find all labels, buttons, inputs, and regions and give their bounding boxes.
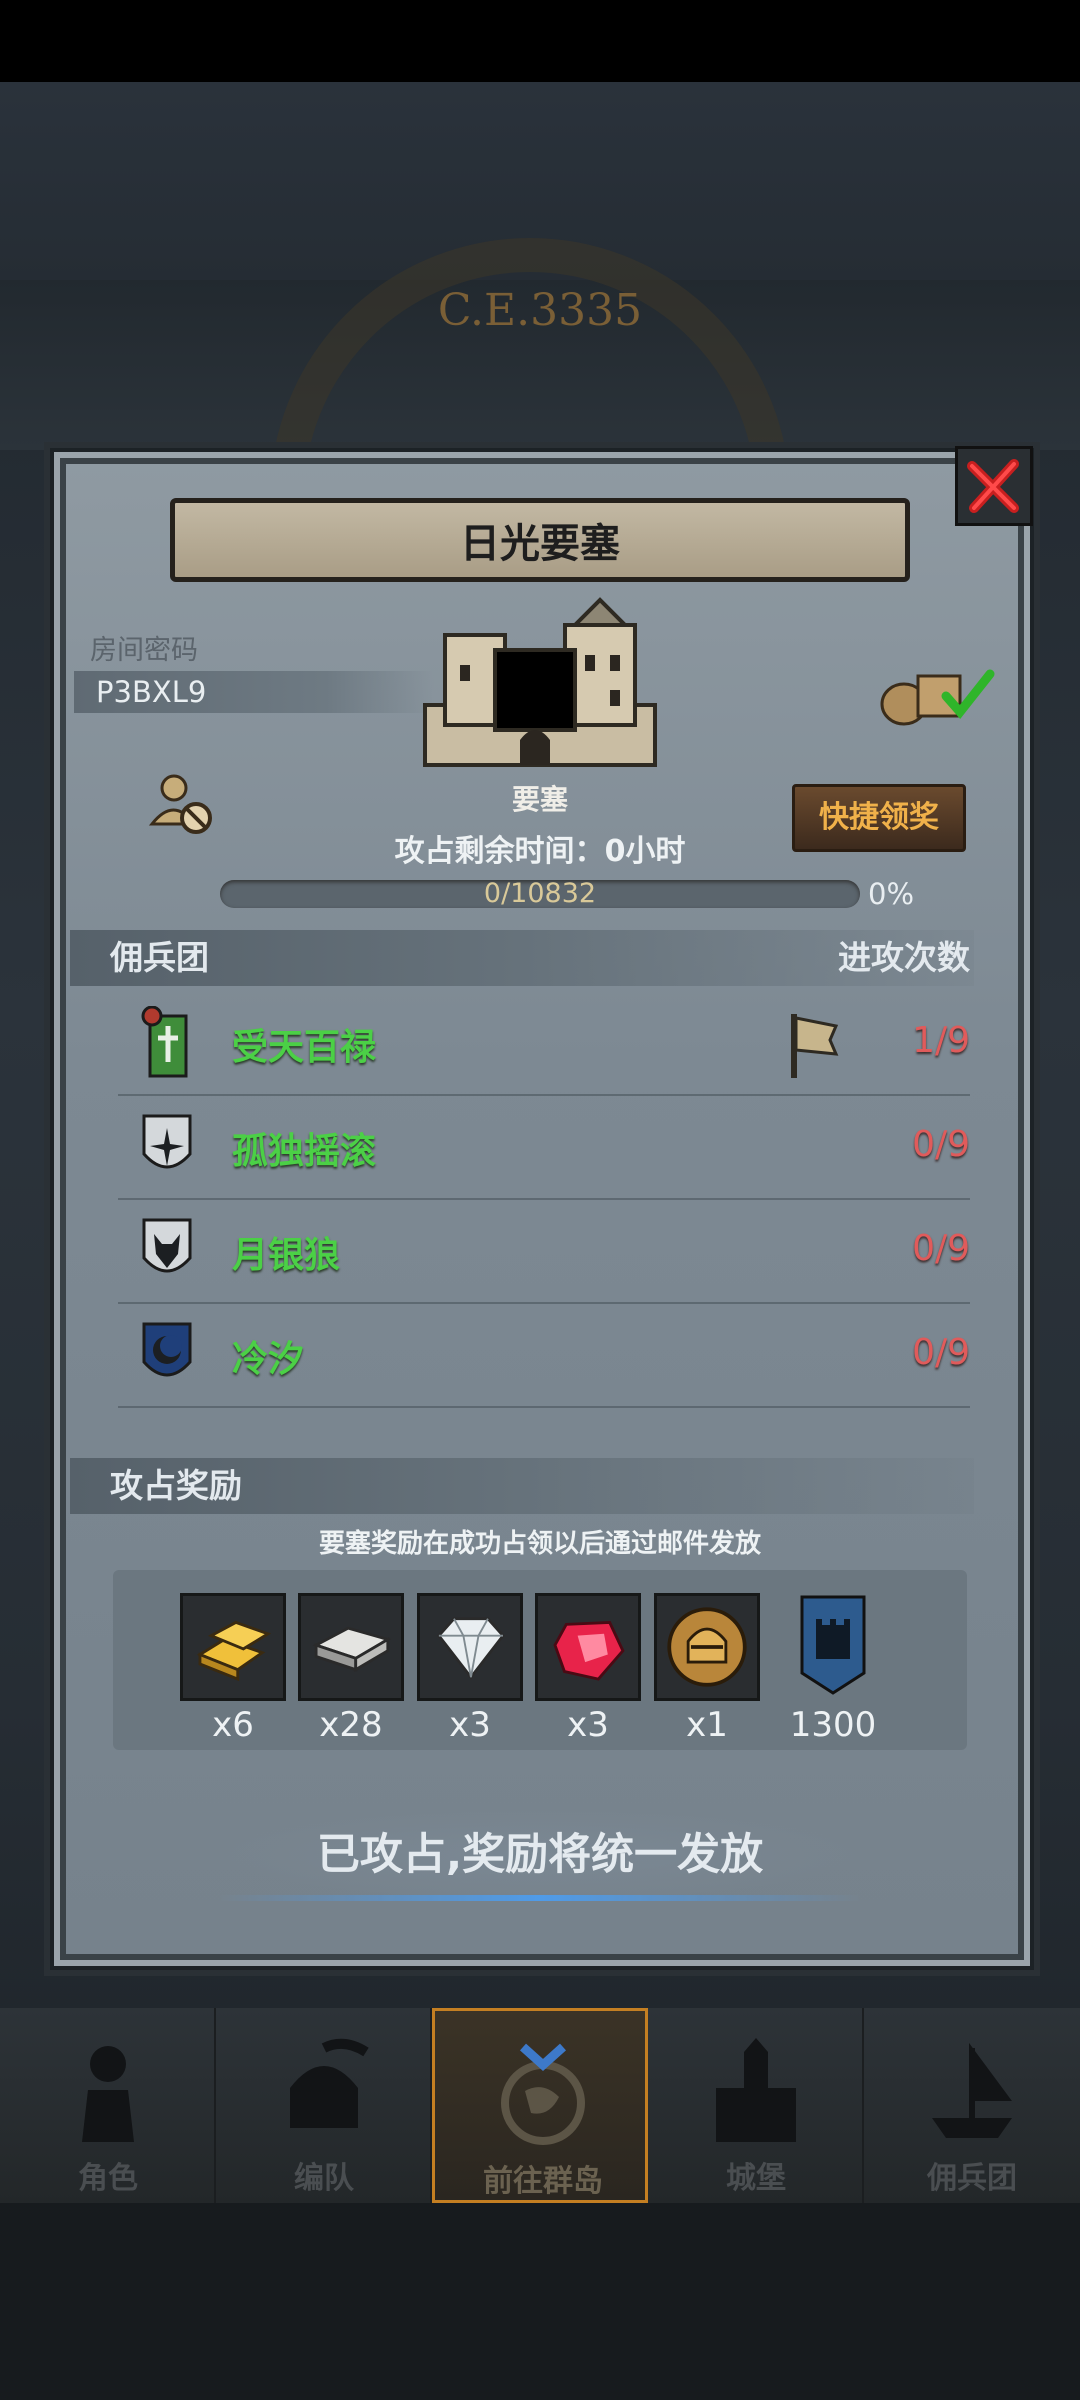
reward-note: 要塞奖励在成功占领以后通过邮件发放 xyxy=(318,1529,761,1559)
status-glow-line xyxy=(220,1895,860,1901)
tab-label: 编队 xyxy=(294,2161,354,2196)
close-button[interactable] xyxy=(955,446,1033,526)
castle-banner-icon[interactable] xyxy=(780,1593,886,1701)
status-bar-area xyxy=(0,0,1080,82)
attack-count-header-label: 进攻次数 xyxy=(838,938,970,977)
star-shield-icon xyxy=(142,1114,192,1169)
reward-header-label: 攻占奖励 xyxy=(110,1466,242,1505)
guild-row[interactable]: 月银狼 0/9 xyxy=(118,1198,970,1304)
wolf-shield-icon xyxy=(142,1218,192,1273)
ship-icon xyxy=(932,2042,1012,2138)
crescent-shield-icon xyxy=(142,1322,192,1377)
fortress-icon xyxy=(423,597,657,767)
mercenary-header-label: 佣兵团 xyxy=(110,938,209,977)
attack-count: 1/9 xyxy=(912,1020,970,1061)
guild-name: 受天百禄 xyxy=(232,1027,377,1068)
capture-progress-text: 0/10832 xyxy=(483,878,597,909)
reward-section-header: 攻占奖励 xyxy=(70,1458,974,1514)
guild-row[interactable]: 受天百禄 1/9 xyxy=(118,990,970,1096)
bottom-bezel xyxy=(0,2203,1080,2400)
tab-label: 城堡 xyxy=(726,2161,786,2196)
status-message: 已攻占,奖励将统一发放 xyxy=(210,1810,870,1900)
guild-row[interactable]: 孤独摇滚 0/9 xyxy=(118,1094,970,1200)
helmet-icon xyxy=(290,2038,369,2128)
ruby-icon[interactable] xyxy=(535,1593,641,1701)
tab-label: 角色 xyxy=(78,2161,138,2196)
tab-go-islands[interactable]: 前往群岛 xyxy=(432,2008,648,2203)
globe-icon xyxy=(501,2043,585,2145)
guild-name: 冷汐 xyxy=(232,1339,305,1380)
gold-bar-icon[interactable] xyxy=(180,1593,286,1701)
tab-label: 前往群岛 xyxy=(483,2164,603,2199)
guild-row[interactable]: 冷汐 0/9 xyxy=(118,1302,970,1408)
era-text: C.E.3335 xyxy=(437,285,643,336)
flag-icon xyxy=(791,1014,839,1078)
attack-count: 0/9 xyxy=(912,1228,970,1269)
reward-quantity: x3 xyxy=(449,1705,491,1745)
capture-progress-percent: 0% xyxy=(868,877,915,911)
dialog-title: 日光要塞 xyxy=(170,498,910,582)
reward-quantity: x1 xyxy=(686,1705,728,1745)
timer-value: 0小时 xyxy=(604,834,686,869)
tab-character[interactable]: 角色 xyxy=(0,2008,216,2203)
iron-bar-icon[interactable] xyxy=(298,1593,404,1701)
guild-name: 月银狼 xyxy=(232,1235,341,1276)
helmet-coin-icon[interactable] xyxy=(654,1593,760,1701)
green-banner-icon xyxy=(141,1006,188,1078)
room-code-label: 房间密码 xyxy=(90,635,198,666)
guild-name: 孤独摇滚 xyxy=(232,1131,377,1172)
tab-label: 佣兵团 xyxy=(927,2161,1017,2196)
mercenary-section-header: 佣兵团 进攻次数 xyxy=(70,930,974,986)
tab-mercenary[interactable]: 佣兵团 xyxy=(864,2008,1080,2203)
reward-quantity: x3 xyxy=(567,1705,609,1745)
reward-quantity: 1300 xyxy=(789,1705,877,1745)
attack-count: 0/9 xyxy=(912,1332,970,1373)
close-icon xyxy=(967,459,1019,513)
timer-label: 攻占剩余时间： xyxy=(394,834,605,869)
room-code-value: P3BXL9 xyxy=(74,671,434,713)
castle-icon xyxy=(716,2038,796,2142)
reward-quantity: x6 xyxy=(212,1705,254,1745)
knight-icon xyxy=(82,2046,134,2142)
bottom-navigation: 角色 编队 前往群岛 城堡 佣兵团 xyxy=(0,2008,1080,2203)
tab-formation[interactable]: 编队 xyxy=(216,2008,432,2203)
attack-count: 0/9 xyxy=(912,1124,970,1165)
quick-claim-button[interactable]: 快捷领奖 xyxy=(792,784,966,852)
diamond-icon[interactable] xyxy=(417,1593,523,1701)
rewards-bag-check-icon xyxy=(880,669,995,726)
tab-castle[interactable]: 城堡 xyxy=(648,2008,864,2203)
reward-quantity: x28 xyxy=(319,1705,383,1745)
